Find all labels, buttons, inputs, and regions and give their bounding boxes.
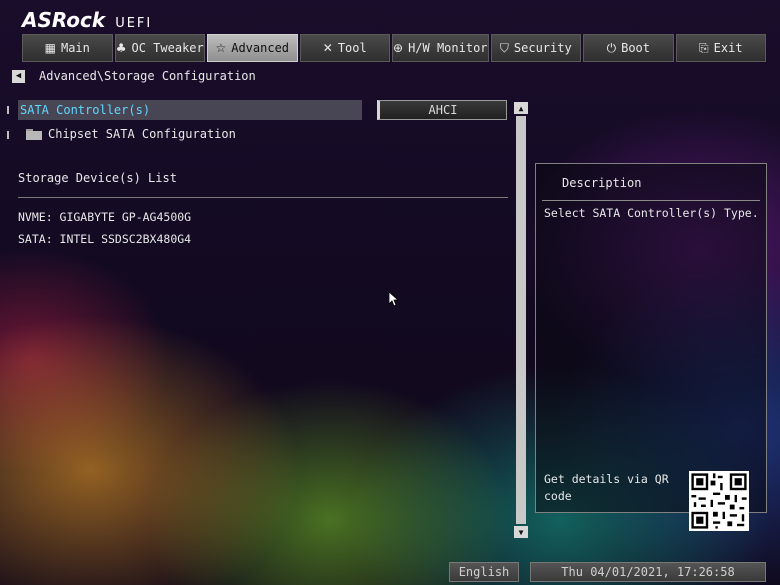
description-text: Select SATA Controller(s) Type. bbox=[544, 206, 759, 220]
main-tab-bar: ▦ Main ♣ OC Tweaker ☆ Advanced ✕ Tool ⊕ … bbox=[22, 34, 767, 62]
tab-label: Exit bbox=[713, 41, 743, 55]
monitor-icon: ⊕ bbox=[393, 41, 404, 55]
language-button[interactable]: English bbox=[449, 562, 519, 582]
tab-boot[interactable]: ⏻ Boot bbox=[583, 34, 674, 62]
tab-main[interactable]: ▦ Main bbox=[22, 34, 113, 62]
storage-list-title: Storage Device(s) List bbox=[18, 171, 177, 185]
tab-label: OC Tweaker bbox=[131, 41, 204, 55]
tab-label: Boot bbox=[621, 41, 650, 55]
datetime-text: Thu 04/01/2021, 17:26:58 bbox=[561, 565, 735, 579]
divider bbox=[18, 197, 508, 198]
sata-controller-item[interactable]: SATA Controller(s) bbox=[18, 100, 362, 120]
tab-exit[interactable]: ⎘ Exit bbox=[675, 34, 767, 62]
tab-label: Main bbox=[60, 41, 90, 55]
shield-icon: ⛉ bbox=[499, 40, 509, 55]
folder-icon bbox=[26, 128, 42, 140]
description-panel: Description Select SATA Controller(s) Ty… bbox=[535, 163, 767, 531]
device-item: SATA: INTEL SSDSC2BX480G4 bbox=[18, 232, 192, 246]
sata-controller-value[interactable]: AHCI bbox=[377, 100, 507, 120]
rocket-icon: ♣ bbox=[115, 41, 127, 55]
tab-oc-tweaker[interactable]: ♣ OC Tweaker bbox=[114, 34, 205, 62]
description-title: Description bbox=[562, 176, 642, 190]
breadcrumb-text: Advanced\Storage Configuration bbox=[39, 69, 256, 83]
chipset-sata-label: Chipset SATA Configuration bbox=[48, 127, 236, 141]
brand-name: ASRock bbox=[22, 8, 106, 32]
tab-label: Tool bbox=[337, 41, 367, 55]
row-marker bbox=[7, 106, 9, 114]
tab-label: Advanced bbox=[231, 41, 290, 55]
tab-advanced[interactable]: ☆ Advanced bbox=[207, 34, 298, 62]
divider bbox=[542, 200, 760, 201]
power-icon: ⏻ bbox=[606, 40, 617, 55]
scroll-down-icon[interactable]: ▼ bbox=[514, 526, 528, 538]
scroll-up-icon[interactable]: ▲ bbox=[514, 102, 528, 114]
datetime-display: Thu 04/01/2021, 17:26:58 bbox=[530, 562, 766, 582]
tab-tool[interactable]: ✕ Tool bbox=[299, 34, 390, 62]
asrock-logo: ASRock UEFI bbox=[22, 8, 153, 32]
tab-label: Security bbox=[513, 41, 572, 55]
star-icon: ☆ bbox=[215, 41, 227, 55]
tab-label: H/W Monitor bbox=[408, 41, 488, 55]
device-item: NVME: GIGABYTE GP-AG4500G bbox=[18, 210, 192, 224]
tab-security[interactable]: ⛉ Security bbox=[490, 34, 582, 62]
scroll-thumb[interactable] bbox=[516, 116, 526, 524]
tools-icon: ✕ bbox=[322, 41, 333, 55]
brand-product: UEFI bbox=[115, 16, 153, 31]
breadcrumb: ◀ Advanced\Storage Configuration bbox=[12, 68, 256, 84]
settings-list: SATA Controller(s) AHCI Chipset SATA Con… bbox=[0, 98, 512, 538]
chipset-sata-item[interactable]: Chipset SATA Configuration bbox=[26, 125, 236, 143]
exit-icon: ⎘ bbox=[699, 40, 709, 55]
scrollbar[interactable]: ▲ ▼ bbox=[514, 102, 528, 538]
grid-icon: ▦ bbox=[44, 41, 56, 55]
qr-label: Get details via QR code bbox=[544, 472, 669, 503]
row-marker bbox=[7, 131, 9, 139]
back-arrow-icon[interactable]: ◀ bbox=[12, 69, 25, 83]
language-label: English bbox=[458, 565, 510, 579]
sata-controller-label: SATA Controller(s) bbox=[20, 103, 151, 117]
mouse-cursor-icon bbox=[389, 292, 399, 306]
tab-hw-monitor[interactable]: ⊕ H/W Monitor bbox=[392, 34, 489, 62]
qr-code bbox=[689, 471, 749, 531]
sata-controller-value-text: AHCI bbox=[428, 103, 458, 117]
